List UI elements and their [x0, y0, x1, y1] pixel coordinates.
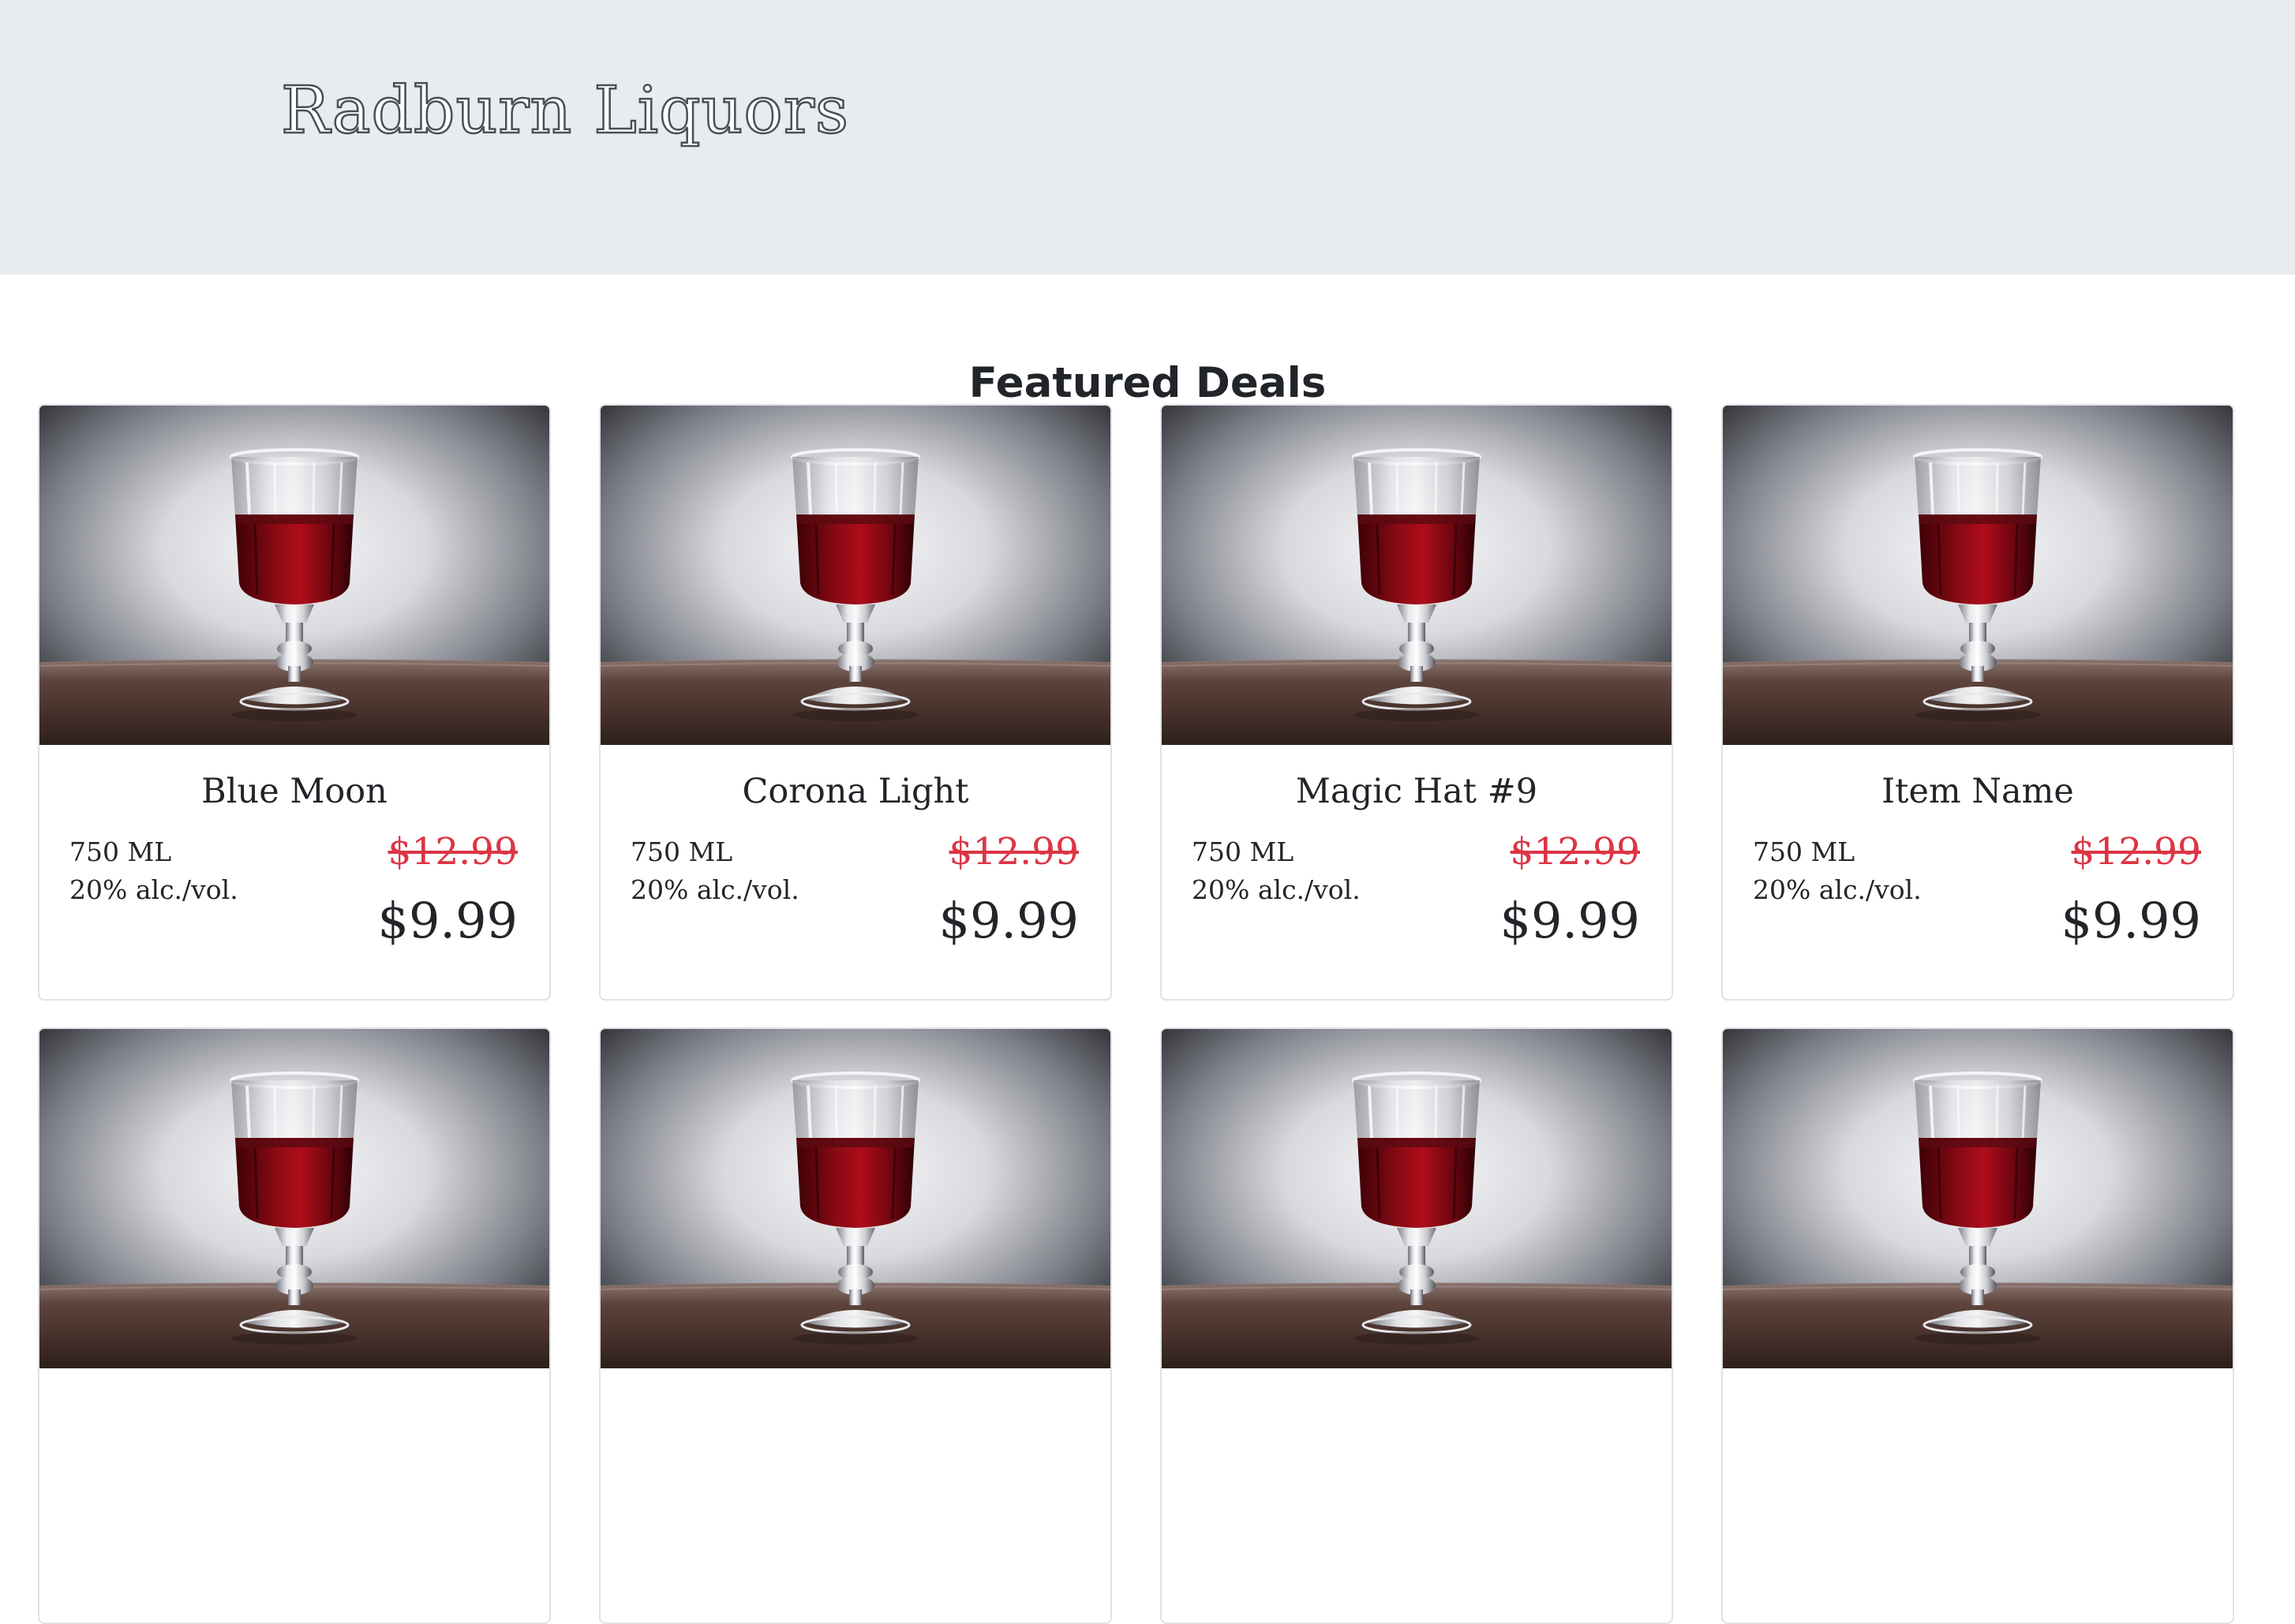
site-brand-logo[interactable]: Radburn Liquors: [280, 77, 850, 144]
product-card[interactable]: Corona Light 750 ML 20% alc./vol. $12.99…: [599, 404, 1112, 1001]
wine-glass-photo: [1162, 406, 1672, 745]
product-volume: 750 ML: [1753, 836, 1855, 867]
wine-glass-photo: [1723, 406, 2233, 745]
product-card[interactable]: [1721, 1027, 2234, 1624]
card-body: Item Name 750 ML 20% alc./vol. $12.99 $9…: [1723, 745, 2233, 999]
section-title: Featured Deals: [968, 358, 1327, 407]
product-card[interactable]: [38, 1027, 551, 1624]
product-name[interactable]: Magic Hat #9: [1162, 772, 1672, 813]
product-name[interactable]: Item Name: [1723, 772, 2233, 813]
wine-glass-photo: [601, 406, 1110, 745]
original-price: $12.99: [387, 830, 518, 874]
sale-price: $9.99: [2061, 892, 2202, 949]
sale-price: $9.99: [377, 892, 519, 949]
site-header: Radburn Liquors: [0, 0, 2295, 275]
card-body: Corona Light 750 ML 20% alc./vol. $12.99…: [601, 745, 1110, 999]
product-name[interactable]: Corona Light: [601, 772, 1110, 813]
card-body: Blue Moon 750 ML 20% alc./vol. $12.99 $9…: [39, 745, 549, 999]
product-card[interactable]: [599, 1027, 1112, 1624]
original-price: $12.99: [2071, 830, 2201, 874]
original-price: $12.99: [949, 830, 1079, 874]
product-grid: Blue Moon 750 ML 20% alc./vol. $12.99 $9…: [38, 404, 2235, 1624]
product-card[interactable]: [1160, 1027, 1673, 1624]
product-card[interactable]: Item Name 750 ML 20% alc./vol. $12.99 $9…: [1721, 404, 2234, 1001]
product-volume: 750 ML: [631, 836, 733, 867]
product-card[interactable]: Magic Hat #9 750 ML 20% alc./vol. $12.99…: [1160, 404, 1673, 1001]
product-volume: 750 ML: [69, 836, 172, 867]
product-card[interactable]: Blue Moon 750 ML 20% alc./vol. $12.99 $9…: [38, 404, 551, 1001]
product-name[interactable]: Blue Moon: [39, 772, 549, 813]
original-price: $12.99: [1510, 830, 1640, 874]
product-abv: 20% alc./vol.: [1753, 874, 1922, 905]
product-abv: 20% alc./vol.: [69, 874, 238, 905]
card-body: Magic Hat #9 750 ML 20% alc./vol. $12.99…: [1162, 745, 1672, 999]
product-abv: 20% alc./vol.: [1192, 874, 1361, 905]
sale-price: $9.99: [938, 892, 1080, 949]
wine-glass-photo: [39, 406, 549, 745]
product-volume: 750 ML: [1192, 836, 1294, 867]
product-abv: 20% alc./vol.: [631, 874, 799, 905]
sale-price: $9.99: [1499, 892, 1641, 949]
